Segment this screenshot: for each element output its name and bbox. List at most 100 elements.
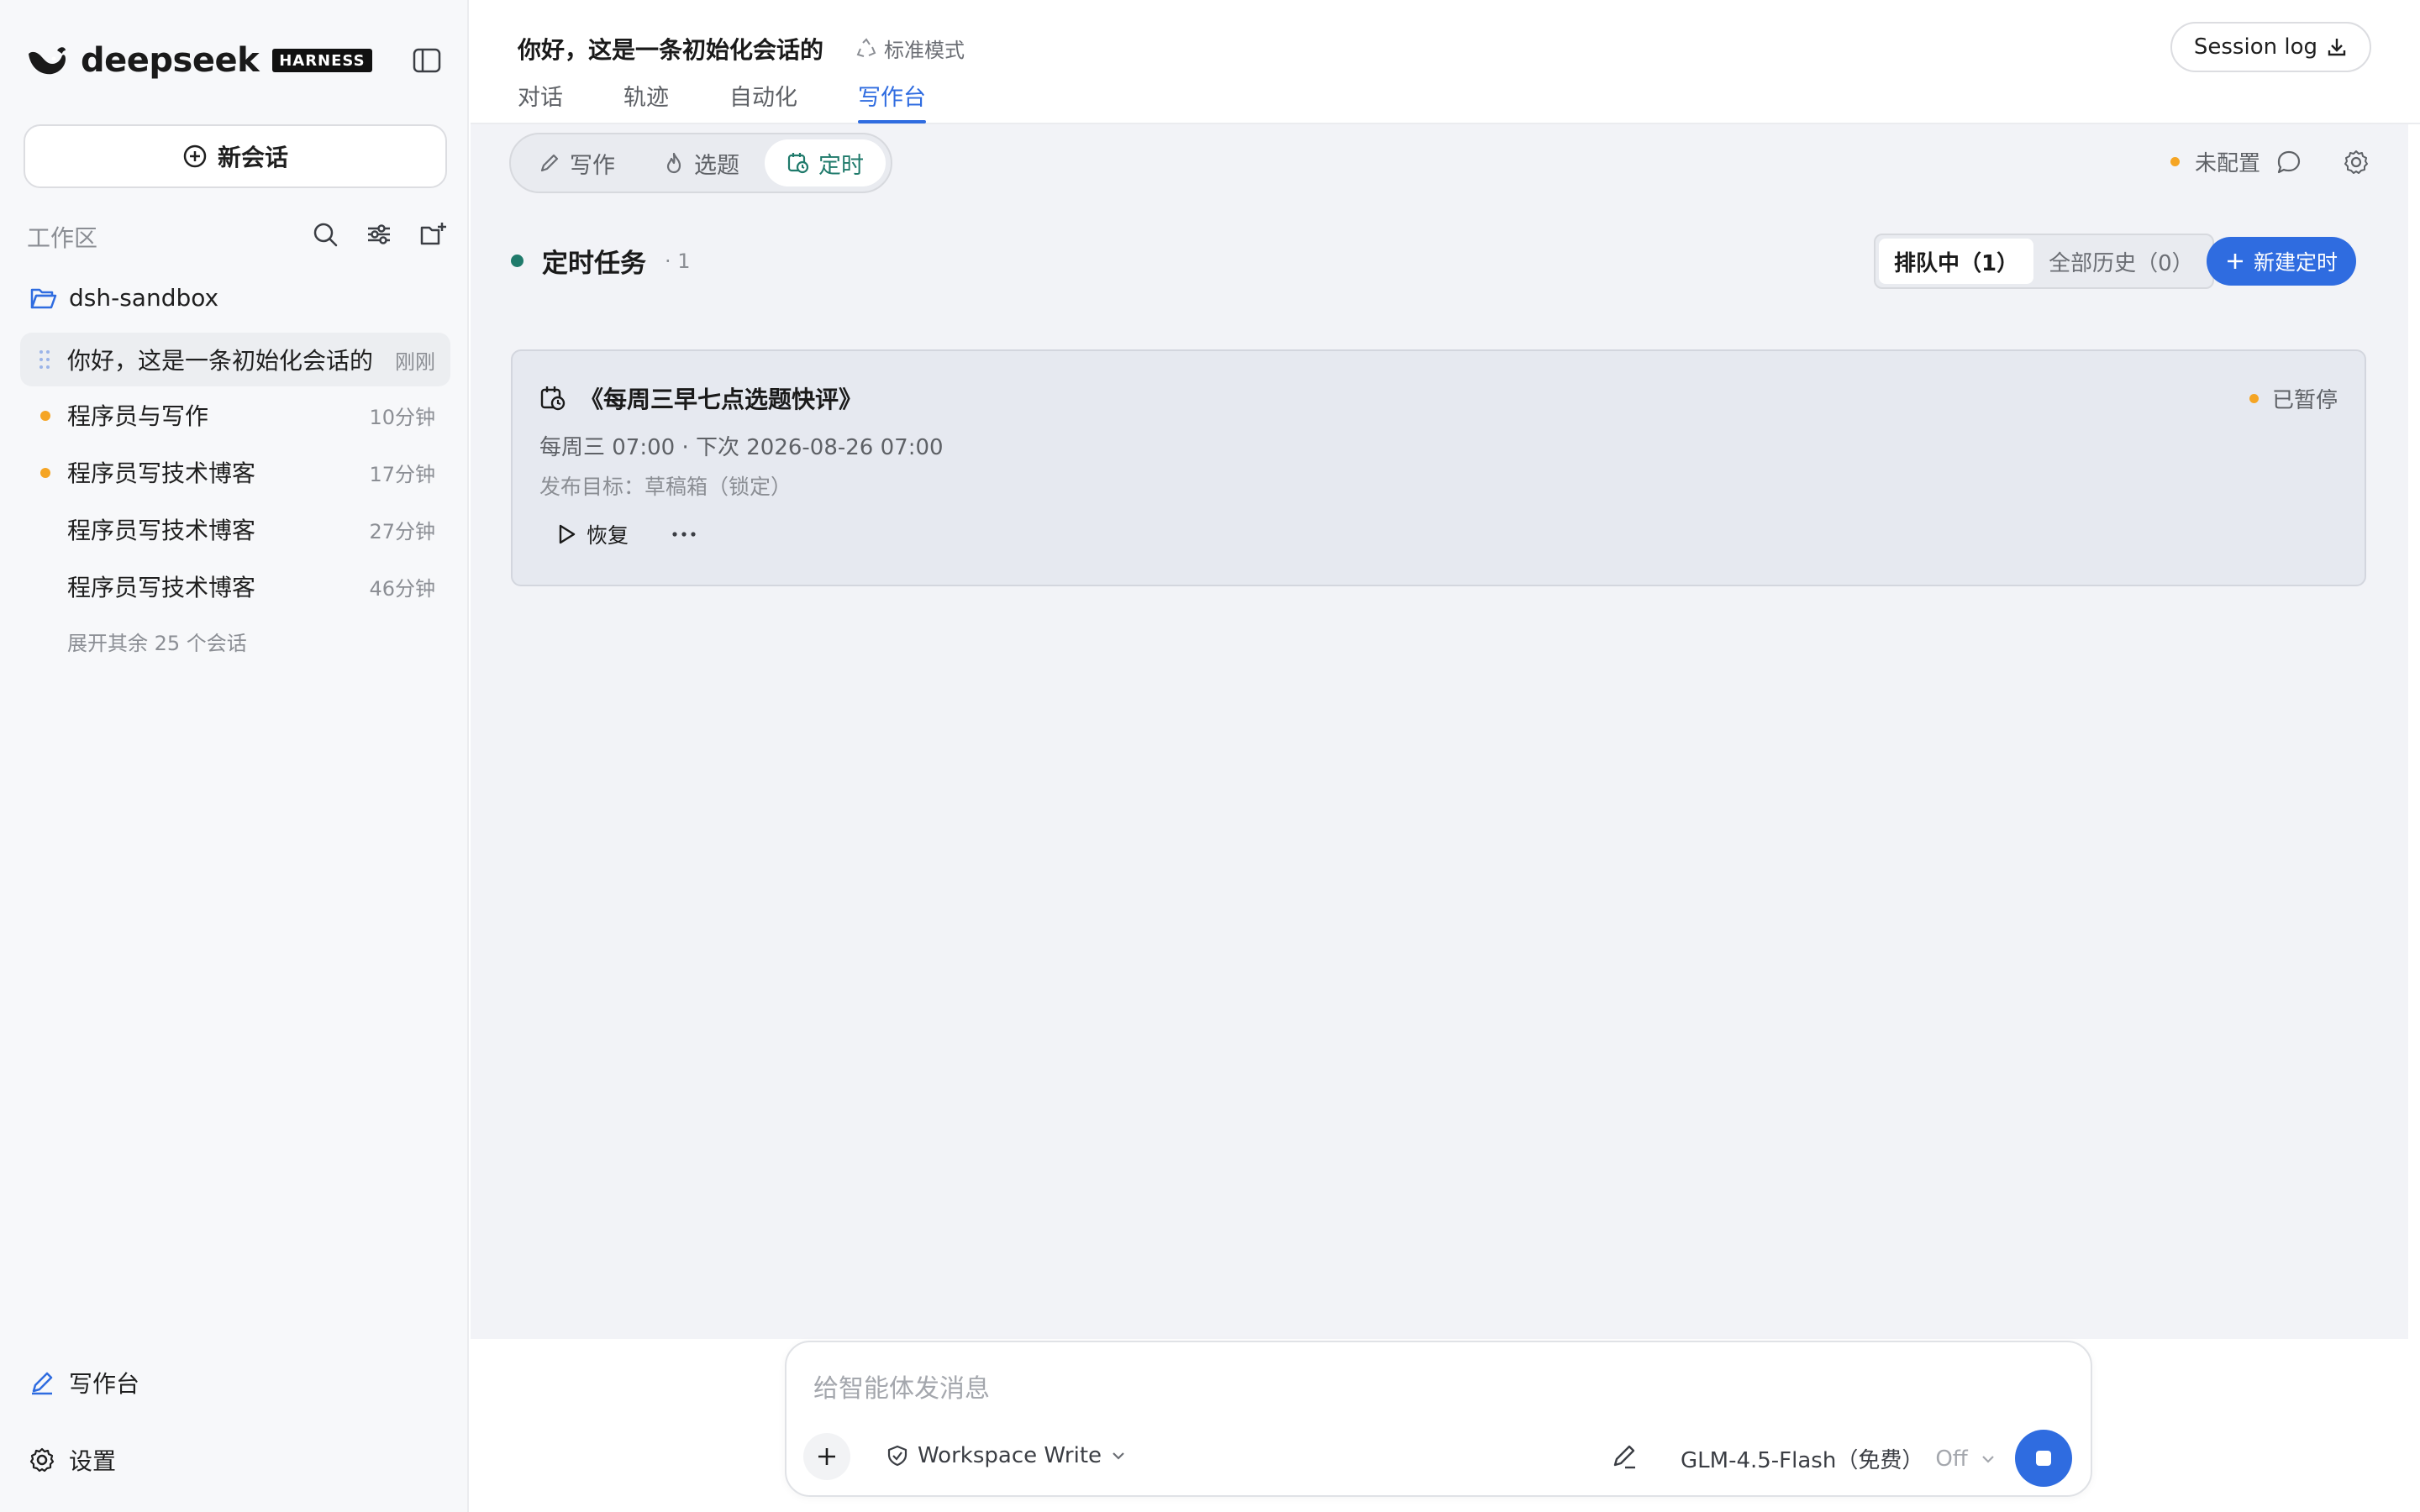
tab-writing-desk[interactable]: 写作台	[858, 79, 926, 123]
brand-name: deepseek	[81, 41, 260, 80]
gear-icon[interactable]	[2343, 149, 2370, 176]
calendar-clock-icon	[787, 153, 809, 174]
permission-label: Workspace Write	[918, 1443, 1102, 1468]
permission-selector[interactable]: Workspace Write	[886, 1443, 1127, 1468]
page-title: 你好，这是一条初始化会话的	[518, 36, 824, 64]
folder-name: dsh-sandbox	[69, 284, 219, 312]
workspace-folder[interactable]: dsh-sandbox	[30, 284, 218, 312]
chevron-down-icon	[1981, 1455, 1994, 1463]
recycle-icon	[856, 37, 876, 57]
tab-automation[interactable]: 自动化	[729, 79, 797, 123]
task-section-title: 定时任务	[542, 249, 646, 279]
mode-indicator[interactable]: 标准模式	[855, 34, 965, 63]
task-filter: 排队中（1） 全部历史（0）	[1874, 234, 2214, 289]
segment-schedule[interactable]: 定时	[765, 139, 886, 186]
session-item[interactable]: 程序员写技术博客 17分钟	[20, 445, 450, 499]
new-chat-button[interactable]: 新会话	[24, 124, 447, 188]
edit-button[interactable]	[1610, 1441, 1639, 1470]
new-timer-label: 新建定时	[2253, 250, 2338, 275]
session-title: 你好，这是一条初始化会话的	[67, 347, 374, 375]
message-input[interactable]: 给智能体发消息	[813, 1368, 990, 1404]
chevron-down-icon	[1113, 1452, 1124, 1460]
pen-icon	[540, 154, 559, 172]
resume-label: 恢复	[587, 523, 629, 548]
sidebar-toggle-button[interactable]	[412, 45, 442, 76]
brand-badge: HARNESS	[272, 49, 372, 72]
workspace-header: 工作区	[27, 220, 447, 254]
filter-history[interactable]: 全部历史（0）	[2033, 239, 2209, 284]
download-icon	[2328, 39, 2346, 56]
flame-icon	[666, 152, 681, 174]
chat-bubble-icon[interactable]	[2275, 149, 2302, 176]
settings-label: 设置	[69, 1447, 117, 1475]
brand: deepseek HARNESS	[25, 40, 372, 81]
new-folder-icon[interactable]	[418, 220, 447, 249]
session-item[interactable]: 程序员写技术博客 46分钟	[20, 559, 450, 613]
filter-sliders-icon[interactable]	[365, 220, 393, 249]
tab-chat[interactable]: 对话	[518, 79, 563, 123]
model-label: GLM-4.5-Flash（免费）	[1681, 1448, 1924, 1473]
paused-dot	[2249, 394, 2259, 403]
session-log-label: Session log	[2193, 34, 2317, 60]
sidebar: deepseek HARNESS 新会话 工作区 dsh-sandbox 你好，…	[0, 0, 469, 1512]
main-tabs: 对话 轨迹 自动化 写作台	[518, 79, 926, 123]
segment-write-label: 写作	[570, 152, 615, 179]
mode-label: 标准模式	[884, 39, 965, 62]
stop-icon	[2036, 1451, 2051, 1466]
task-title-row: 《每周三早七点选题快评》	[539, 381, 862, 415]
filter-queued[interactable]: 排队中（1）	[1879, 239, 2034, 284]
session-item[interactable]: 程序员写技术博客 27分钟	[20, 502, 450, 556]
whale-logo-icon	[29, 47, 66, 75]
task-section-header: 定时任务 · 1	[511, 242, 691, 280]
session-time: 刚刚	[395, 349, 435, 374]
session-time: 46分钟	[369, 576, 435, 601]
session-log-button[interactable]: Session log	[2170, 22, 2371, 72]
play-icon	[559, 524, 576, 544]
top-bar: 你好，这是一条初始化会话的 标准模式 对话 轨迹 自动化 写作台 Session…	[471, 0, 2420, 124]
session-title: 程序员写技术博客	[67, 574, 256, 601]
session-title: 程序员写技术博客	[67, 459, 256, 487]
sidebar-toggle-icon	[413, 48, 441, 73]
drag-handle-icon[interactable]	[37, 348, 54, 371]
search-icon[interactable]	[311, 220, 339, 249]
folder-open-icon	[30, 288, 57, 308]
session-title: 程序员写技术博客	[67, 517, 256, 544]
writing-desk-link[interactable]: 写作台	[29, 1366, 139, 1399]
task-count: · 1	[665, 249, 691, 273]
status-dot	[2170, 157, 2180, 166]
plus-icon	[818, 1448, 835, 1465]
config-status-label: 未配置	[2194, 151, 2260, 176]
task-status: 已暂停	[2249, 383, 2338, 414]
session-title: 程序员与写作	[67, 402, 209, 430]
config-status: 未配置	[2170, 146, 2370, 177]
tab-trace[interactable]: 轨迹	[623, 79, 669, 123]
shield-check-icon	[887, 1445, 908, 1467]
task-schedule: 每周三 07:00 · 下次 2026-08-26 07:00	[539, 435, 944, 460]
more-icon[interactable]	[671, 530, 697, 538]
session-time: 27分钟	[369, 519, 435, 543]
plus-circle-icon	[183, 144, 207, 168]
segment-topics[interactable]: 选题	[640, 139, 761, 186]
task-title: 《每周三早七点选题快评》	[580, 386, 863, 413]
writing-desk-label: 写作台	[69, 1370, 140, 1398]
segment-topics-label: 选题	[694, 152, 739, 179]
session-time: 10分钟	[369, 405, 435, 429]
session-item[interactable]: 程序员与写作 10分钟	[20, 388, 450, 442]
settings-link[interactable]: 设置	[29, 1443, 116, 1477]
calendar-clock-icon	[540, 386, 566, 411]
attach-button[interactable]	[803, 1433, 850, 1480]
resume-button[interactable]: 恢复	[555, 519, 629, 549]
unread-dot	[40, 411, 50, 421]
expand-more-sessions[interactable]: 展开其余 25 个会话	[67, 627, 247, 656]
scheduled-task-card[interactable]: 《每周三早七点选题快评》 已暂停 每周三 07:00 · 下次 2026-08-…	[511, 349, 2366, 586]
new-timer-button[interactable]: 新建定时	[2206, 237, 2356, 286]
task-status-label: 已暂停	[2271, 388, 2338, 413]
segment-write[interactable]: 写作	[516, 139, 637, 186]
model-selector[interactable]: GLM-4.5-Flash（免费） Off	[1681, 1443, 1996, 1474]
session-time: 17分钟	[369, 462, 435, 486]
stop-button[interactable]	[2015, 1430, 2072, 1487]
pen-icon	[32, 1372, 53, 1395]
workspace-label: 工作区	[27, 224, 98, 252]
new-chat-label: 新会话	[217, 144, 288, 171]
session-item[interactable]: 你好，这是一条初始化会话的 刚刚	[20, 333, 450, 386]
